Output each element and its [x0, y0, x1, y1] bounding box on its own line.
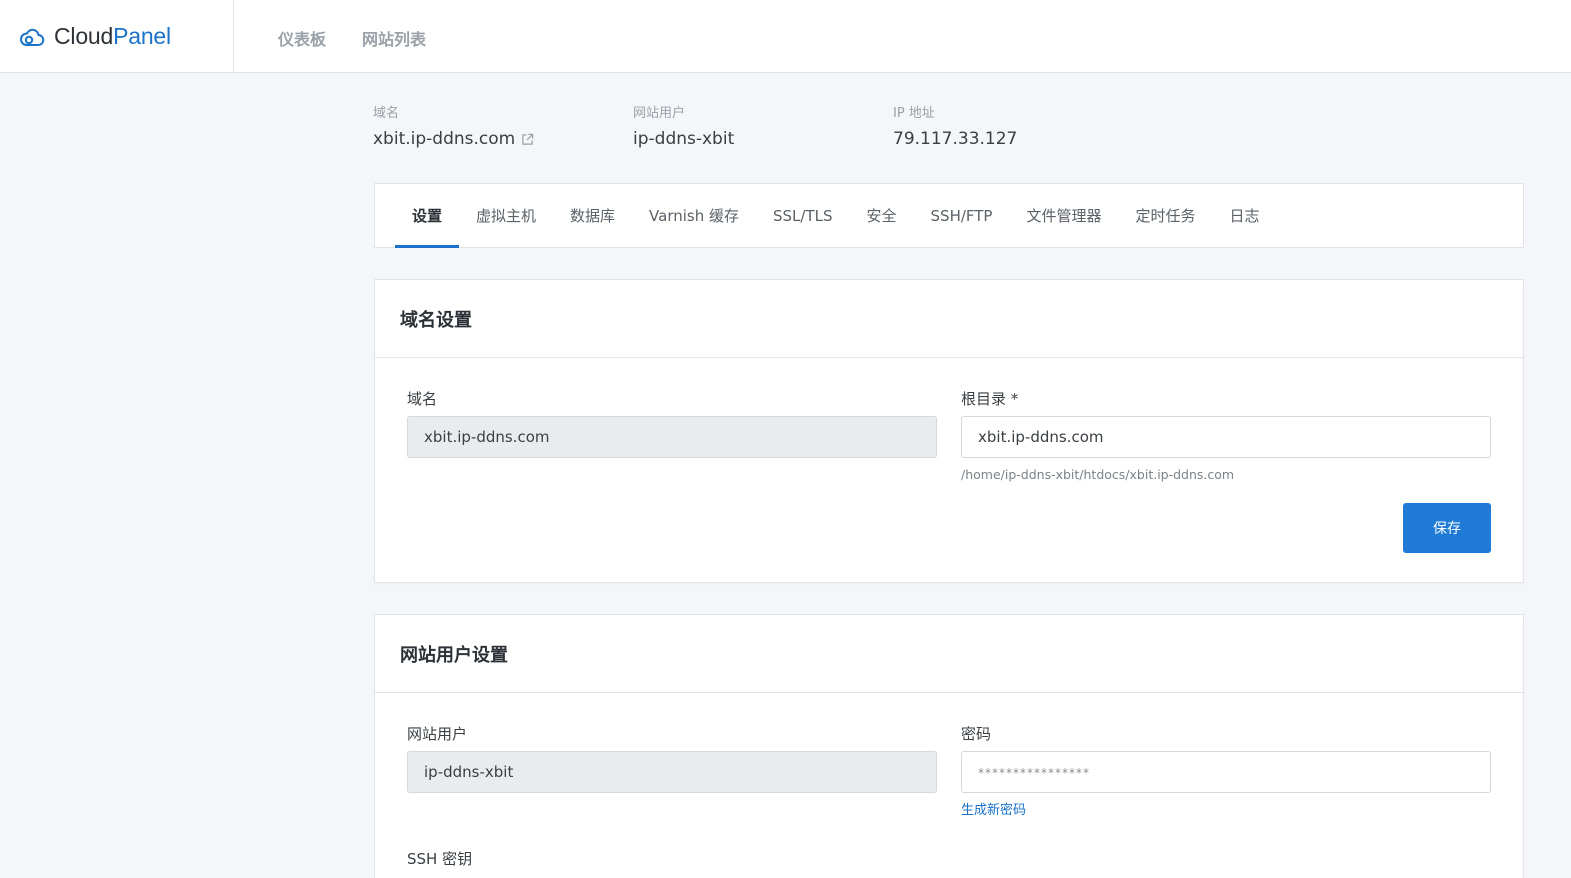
- tab-file-manager[interactable]: 文件管理器: [1009, 184, 1118, 247]
- meta-domain-value[interactable]: xbit.ip-ddns.com: [373, 129, 515, 149]
- domain-settings-title: 域名设置: [375, 280, 1523, 358]
- site-user-input[interactable]: [407, 751, 937, 793]
- meta-domain: 域名 xbit.ip-ddns.com: [373, 102, 633, 149]
- top-nav: 仪表板 网站列表: [278, 26, 426, 50]
- domain-field-label: 域名: [407, 390, 438, 408]
- save-button[interactable]: 保存: [1403, 503, 1491, 553]
- meta-domain-label: 域名: [373, 106, 400, 121]
- nav-dashboard[interactable]: 仪表板: [278, 26, 326, 50]
- site-meta: 域名 xbit.ip-ddns.com 网站用户 ip-ddns-xbit IP…: [373, 102, 1153, 149]
- user-settings-body: 网站用户 密码 生成新密码 SSH 密钥: [375, 693, 1523, 878]
- meta-user-label: 网站用户: [633, 106, 686, 121]
- password-input[interactable]: [961, 751, 1491, 793]
- generate-password-link[interactable]: 生成新密码: [961, 799, 1491, 818]
- site-user-label: 网站用户: [407, 725, 468, 743]
- meta-user: 网站用户 ip-ddns-xbit: [633, 102, 893, 149]
- nav-sites[interactable]: 网站列表: [362, 26, 426, 50]
- meta-ip: IP 地址 79.117.33.127: [893, 102, 1153, 149]
- tab-databases[interactable]: 数据库: [553, 184, 632, 247]
- tab-ssl[interactable]: SSL/TLS: [756, 184, 850, 247]
- ssh-key-field: SSH 密钥: [407, 848, 937, 876]
- user-settings-title: 网站用户设置: [375, 615, 1523, 693]
- domain-input[interactable]: [407, 416, 937, 458]
- tab-settings[interactable]: 设置: [395, 184, 460, 248]
- top-bar: CloudPanel 仪表板 网站列表: [0, 0, 1571, 73]
- brand-logo[interactable]: CloudPanel: [0, 0, 234, 73]
- tab-security[interactable]: 安全: [850, 184, 914, 247]
- tab-logs[interactable]: 日志: [1213, 184, 1277, 247]
- meta-domain-link[interactable]: xbit.ip-ddns.com: [373, 129, 633, 149]
- root-directory-input[interactable]: [961, 416, 1491, 458]
- meta-ip-label: IP 地址: [893, 106, 935, 121]
- tab-varnish[interactable]: Varnish 缓存: [632, 184, 756, 247]
- domain-settings-card: 域名设置 域名 根目录 * /home/ip-ddns-xbit/htdocs/…: [374, 279, 1524, 583]
- password-label: 密码: [961, 725, 992, 743]
- site-tabs: 设置 虚拟主机 数据库 Varnish 缓存 SSL/TLS 安全 SSH/FT…: [374, 183, 1524, 248]
- root-directory-hint: /home/ip-ddns-xbit/htdocs/xbit.ip-ddns.c…: [961, 467, 1235, 482]
- root-field: 根目录 * /home/ip-ddns-xbit/htdocs/xbit.ip-…: [961, 388, 1491, 482]
- domain-settings-body: 域名 根目录 * /home/ip-ddns-xbit/htdocs/xbit.…: [375, 358, 1523, 582]
- root-field-label: 根目录 *: [961, 390, 1019, 408]
- external-link-icon[interactable]: [521, 133, 534, 146]
- tab-vhost[interactable]: 虚拟主机: [459, 184, 553, 247]
- password-field: 密码 生成新密码: [961, 723, 1491, 818]
- ssh-key-label: SSH 密钥: [407, 850, 473, 868]
- tab-ssh-ftp[interactable]: SSH/FTP: [914, 184, 1010, 247]
- cloud-icon: [20, 28, 45, 46]
- meta-ip-value: 79.117.33.127: [893, 129, 1018, 149]
- meta-user-value: ip-ddns-xbit: [633, 129, 735, 149]
- site-user-field: 网站用户: [407, 723, 937, 793]
- domain-field: 域名: [407, 388, 937, 458]
- brand-name: CloudPanel: [54, 23, 171, 49]
- tab-cron[interactable]: 定时任务: [1119, 184, 1213, 247]
- user-settings-card: 网站用户设置 网站用户 密码 生成新密码 SSH 密钥: [374, 614, 1524, 878]
